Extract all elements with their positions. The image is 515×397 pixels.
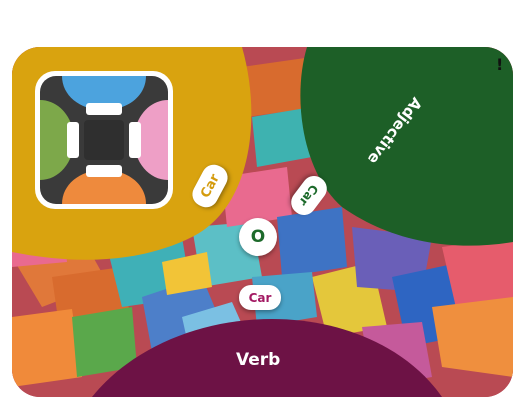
edge-mark: ! bbox=[496, 55, 504, 74]
zone-label-verb: Verb bbox=[236, 350, 281, 370]
grid-logo-icon[interactable] bbox=[34, 70, 174, 210]
letter-token-o[interactable]: O bbox=[239, 218, 277, 256]
game-board: Adjective Verb ! Car Car O Car bbox=[12, 47, 513, 397]
word-token-car-magenta[interactable]: Car bbox=[239, 285, 281, 310]
